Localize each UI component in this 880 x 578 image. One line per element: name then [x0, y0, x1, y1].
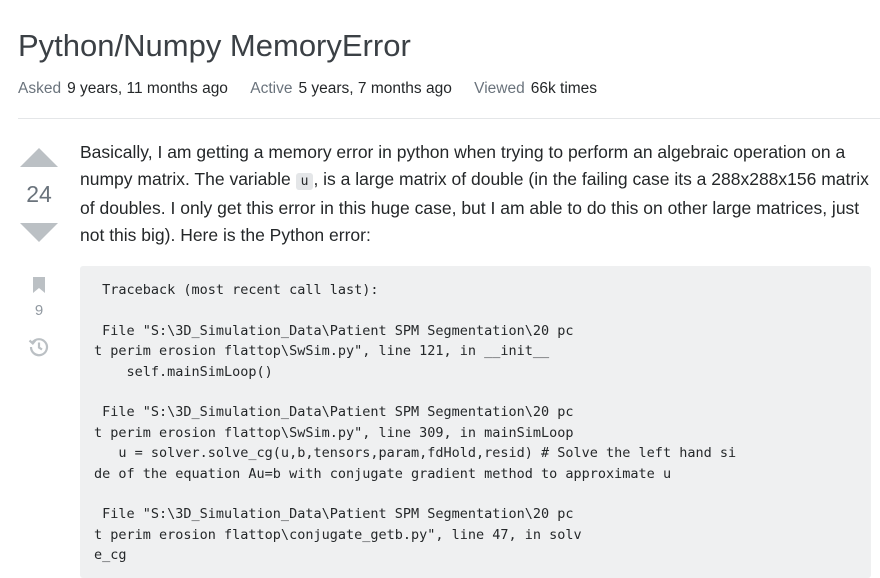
question-body: Basically, I am getting a memory error i… [80, 139, 875, 249]
inline-code-variable: u [295, 173, 314, 190]
active-label: Active [250, 80, 293, 97]
vote-score: 24 [26, 181, 52, 207]
asked-info: Asked 9 years, 11 months ago [18, 80, 232, 97]
downvote-arrow-icon[interactable] [20, 223, 58, 242]
active-value[interactable]: 5 years, 7 months ago [298, 80, 451, 97]
question-meta: Asked 9 years, 11 months ago Active 5 year… [18, 80, 615, 98]
upvote-arrow-icon[interactable] [20, 148, 58, 167]
favorite-count: 9 [34, 302, 44, 319]
vote-panel: 24 [18, 148, 60, 242]
header-divider [18, 118, 880, 119]
viewed-info: Viewed 66k times [474, 80, 597, 97]
traceback-code: Traceback (most recent call last): File … [94, 282, 737, 564]
bookmark-icon[interactable] [29, 276, 49, 299]
active-info[interactable]: Active 5 years, 7 months ago [250, 80, 456, 97]
viewed-value: 66k times [530, 80, 598, 97]
asked-label: Asked [18, 80, 62, 97]
code-block: Traceback (most recent call last): File … [80, 266, 871, 578]
question-title[interactable]: Python/Numpy MemoryError [18, 28, 411, 64]
viewed-label: Viewed [474, 80, 525, 97]
asked-value: 9 years, 11 months ago [67, 80, 228, 97]
history-icon[interactable] [27, 335, 51, 364]
